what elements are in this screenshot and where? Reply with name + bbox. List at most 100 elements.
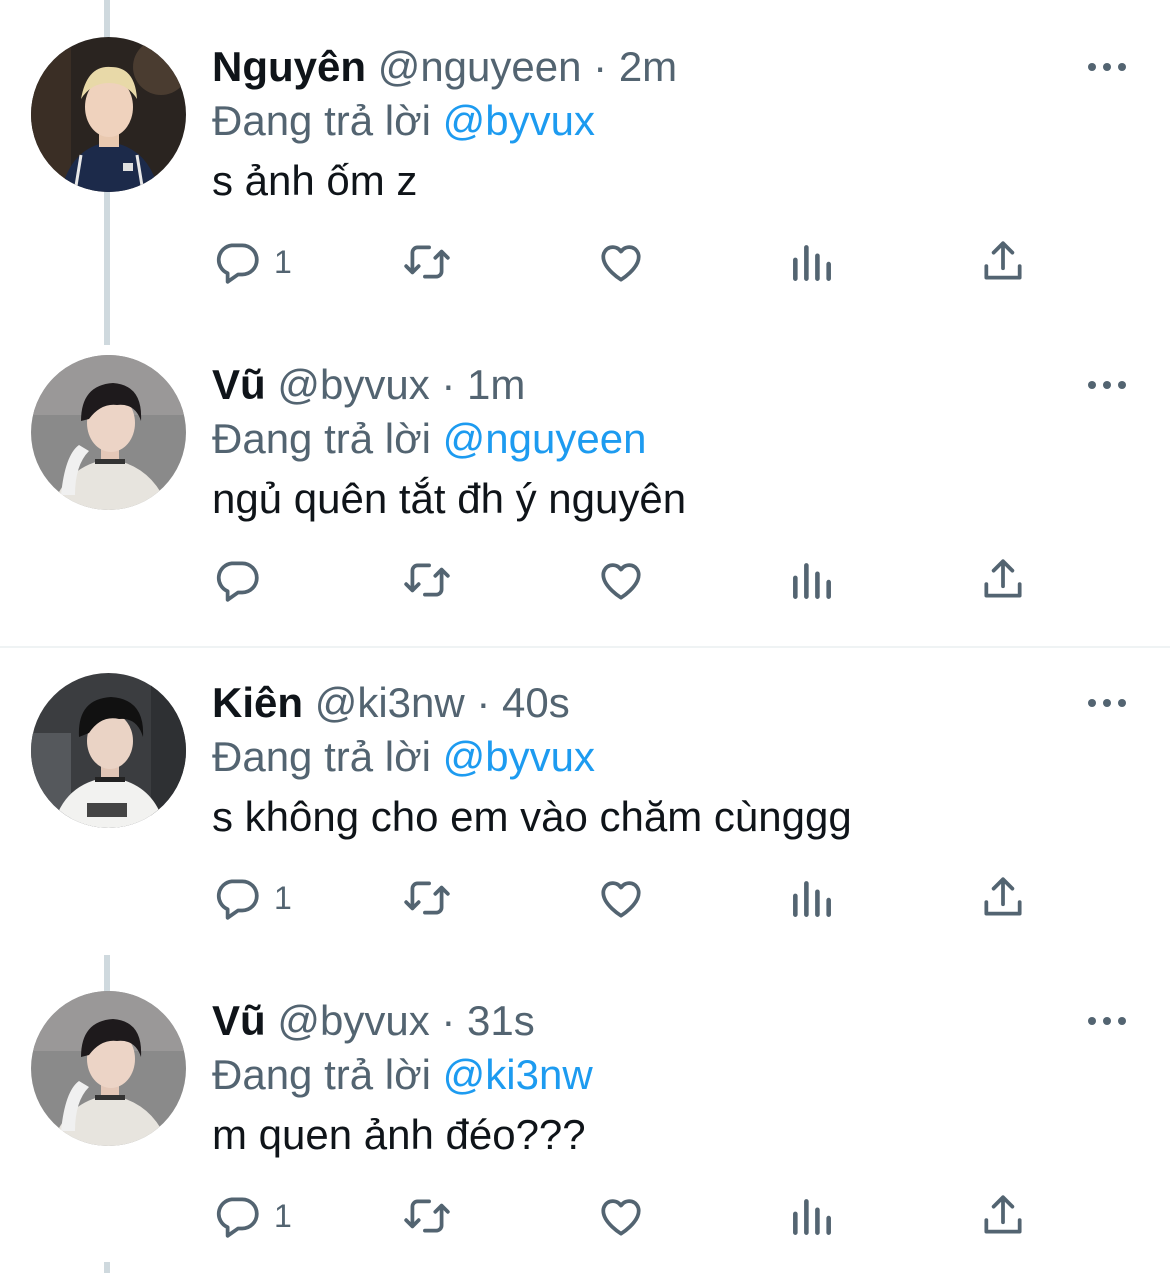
- reply-count: 1: [274, 1198, 292, 1234]
- more-icon[interactable]: [1086, 55, 1128, 79]
- replying-to-mention[interactable]: @nguyeen: [443, 415, 647, 462]
- action-bar: [0, 550, 1170, 610]
- separator-dot: ·: [441, 997, 456, 1044]
- tweet-header: Nguyên @nguyeen · 2m: [212, 37, 677, 97]
- replying-to: Đang trả lời @ki3nw: [212, 1047, 593, 1103]
- avatar-nguyen[interactable]: [31, 37, 186, 192]
- retweet-button[interactable]: [402, 232, 452, 292]
- author-name[interactable]: Nguyên: [212, 43, 366, 90]
- share-icon: [984, 1195, 1022, 1234]
- tweet-text: m quen ảnh đéo???: [212, 1111, 586, 1158]
- views-icon: [793, 1199, 831, 1235]
- replying-to-label: Đang trả lời: [212, 97, 431, 144]
- reply-button[interactable]: [212, 550, 274, 610]
- tweet-2[interactable]: Vũ @byvux · 1m Đang trả lời @nguyeen ngủ…: [0, 355, 1170, 655]
- retweet-icon: [404, 245, 450, 279]
- timestamp[interactable]: 31s: [467, 997, 535, 1044]
- retweet-icon: [404, 1199, 450, 1233]
- reply-icon: [216, 243, 259, 284]
- reply-count: 1: [274, 880, 292, 916]
- avatar-image: [31, 37, 186, 192]
- avatar-image: [31, 355, 186, 510]
- author-handle[interactable]: @ki3nw: [315, 679, 465, 726]
- reply-count: 1: [274, 244, 292, 280]
- avatar-kien[interactable]: [31, 673, 186, 828]
- reply-icon: [216, 561, 259, 602]
- replying-to-mention[interactable]: @byvux: [443, 733, 595, 780]
- share-button[interactable]: [978, 868, 1028, 928]
- views-button[interactable]: [787, 1186, 837, 1246]
- share-icon: [984, 877, 1022, 916]
- tweet-header: Vũ @byvux · 31s: [212, 991, 535, 1051]
- avatar-vu[interactable]: [31, 991, 186, 1146]
- avatar-image: [31, 991, 186, 1146]
- share-icon: [984, 559, 1022, 598]
- more-icon[interactable]: [1086, 373, 1128, 397]
- reply-icon: [216, 1197, 259, 1238]
- replying-to: Đang trả lời @byvux: [212, 729, 595, 785]
- replying-to-mention[interactable]: @byvux: [443, 97, 595, 144]
- views-icon: [793, 881, 831, 917]
- separator-dot: ·: [593, 43, 608, 90]
- separator-dot: ·: [476, 679, 491, 726]
- tweet-header: Vũ @byvux · 1m: [212, 355, 525, 415]
- replying-to-label: Đang trả lời: [212, 733, 431, 780]
- tweet-text: ngủ quên tắt đh ý nguyên: [212, 475, 687, 522]
- action-bar: 1: [0, 232, 1170, 292]
- reply-icon: [216, 879, 259, 920]
- avatar-image: [31, 673, 186, 828]
- retweet-button[interactable]: [402, 1186, 452, 1246]
- views-icon: [793, 245, 831, 281]
- like-button[interactable]: [596, 868, 646, 928]
- like-button[interactable]: [596, 550, 646, 610]
- timestamp[interactable]: 40s: [502, 679, 570, 726]
- replying-to-label: Đang trả lời: [212, 1051, 431, 1098]
- share-icon: [984, 241, 1022, 280]
- like-icon: [601, 563, 641, 600]
- views-icon: [793, 563, 831, 599]
- author-handle[interactable]: @nguyeen: [378, 43, 582, 90]
- replying-to: Đang trả lời @byvux: [212, 93, 595, 149]
- retweet-button[interactable]: [402, 550, 452, 610]
- reply-button[interactable]: 1: [212, 868, 292, 928]
- timestamp[interactable]: 2m: [619, 43, 677, 90]
- action-bar: 1: [0, 1186, 1170, 1246]
- like-icon: [601, 245, 641, 282]
- timestamp[interactable]: 1m: [467, 361, 525, 408]
- like-button[interactable]: [596, 1186, 646, 1246]
- tweet-text: s ảnh ốm z: [212, 157, 418, 204]
- tweet-4[interactable]: Vũ @byvux · 31s Đang trả lời @ki3nw m qu…: [0, 991, 1170, 1273]
- author-handle[interactable]: @byvux: [277, 361, 429, 408]
- author-handle[interactable]: @byvux: [277, 997, 429, 1044]
- share-button[interactable]: [978, 1186, 1028, 1246]
- retweet-icon: [404, 881, 450, 915]
- like-icon: [601, 881, 641, 918]
- reply-thread: Nguyên @nguyeen · 2m Đang trả lời @byvux…: [0, 0, 1170, 1273]
- author-name[interactable]: Vũ: [212, 997, 266, 1044]
- retweet-icon: [404, 563, 450, 597]
- share-button[interactable]: [978, 550, 1028, 610]
- views-button[interactable]: [787, 868, 837, 928]
- author-name[interactable]: Vũ: [212, 361, 266, 408]
- tweet-header: Kiên @ki3nw · 40s: [212, 673, 570, 733]
- more-icon[interactable]: [1086, 1009, 1128, 1033]
- avatar-vu[interactable]: [31, 355, 186, 510]
- reply-button[interactable]: 1: [212, 232, 292, 292]
- separator-dot: ·: [441, 361, 456, 408]
- action-bar: 1: [0, 868, 1170, 928]
- reply-button[interactable]: 1: [212, 1186, 292, 1246]
- replying-to-label: Đang trả lời: [212, 415, 431, 462]
- retweet-button[interactable]: [402, 868, 452, 928]
- tweet-1[interactable]: Nguyên @nguyeen · 2m Đang trả lời @byvux…: [0, 37, 1170, 337]
- tweet-text: s không cho em vào chăm cùnggg: [212, 793, 852, 840]
- replying-to-mention[interactable]: @ki3nw: [443, 1051, 593, 1098]
- views-button[interactable]: [787, 550, 837, 610]
- replying-to: Đang trả lời @nguyeen: [212, 411, 646, 467]
- more-icon[interactable]: [1086, 691, 1128, 715]
- author-name[interactable]: Kiên: [212, 679, 303, 726]
- share-button[interactable]: [978, 232, 1028, 292]
- views-button[interactable]: [787, 232, 837, 292]
- like-button[interactable]: [596, 232, 646, 292]
- like-icon: [601, 1199, 641, 1236]
- tweet-3[interactable]: Kiên @ki3nw · 40s Đang trả lời @byvux s …: [0, 673, 1170, 973]
